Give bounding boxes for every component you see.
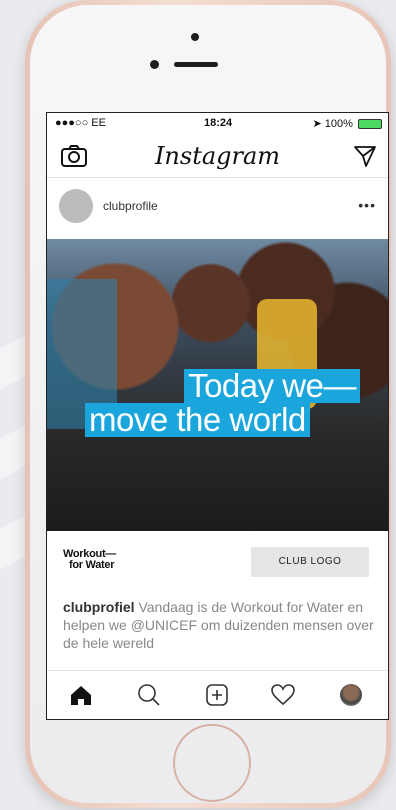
home-button[interactable] — [173, 724, 251, 802]
front-camera — [150, 60, 159, 69]
post-caption: clubprofiel Vandaag is de Workout for Wa… — [63, 598, 383, 652]
status-time: 18:24 — [204, 117, 233, 129]
search-icon[interactable] — [135, 681, 163, 709]
post-photo[interactable]: Today we— move the world — [47, 239, 388, 531]
battery-percent: 100% — [324, 118, 353, 130]
heart-icon[interactable] — [269, 681, 297, 709]
logo-row: Workout— for Water CLUB LOGO — [47, 531, 388, 591]
headline-line-2: move the world — [85, 403, 310, 437]
add-post-icon[interactable] — [203, 681, 231, 709]
phone-screen: ●●●○○ EE 18:24 ➤ 100% Instagram clubprof… — [46, 112, 389, 720]
more-options-icon[interactable]: ••• — [358, 197, 376, 213]
home-icon[interactable] — [67, 681, 95, 709]
app-title: Instagram — [154, 142, 281, 170]
workout-for-water-logo: Workout— for Water — [63, 548, 117, 571]
battery-icon — [358, 119, 382, 130]
top-nav: Instagram — [47, 137, 388, 178]
battery-status: ➤ 100% — [313, 117, 382, 130]
post-header: clubprofile ••• — [47, 183, 388, 233]
carrier-signal: ●●●○○ EE — [55, 117, 106, 129]
avatar[interactable] — [59, 189, 93, 223]
caption-username[interactable]: clubprofiel — [63, 599, 135, 615]
headline-line-1: Today we— — [184, 369, 360, 403]
bottom-tab-bar — [47, 670, 388, 719]
earpiece-speaker — [174, 62, 218, 67]
club-logo: CLUB LOGO — [251, 547, 369, 577]
location-icon: ➤ — [312, 118, 322, 130]
status-bar: ●●●○○ EE 18:24 ➤ 100% — [47, 113, 388, 133]
direct-message-icon[interactable] — [352, 143, 378, 169]
proximity-sensor — [191, 33, 199, 41]
post-username[interactable]: clubprofile — [103, 199, 158, 213]
profile-avatar[interactable] — [337, 681, 365, 709]
